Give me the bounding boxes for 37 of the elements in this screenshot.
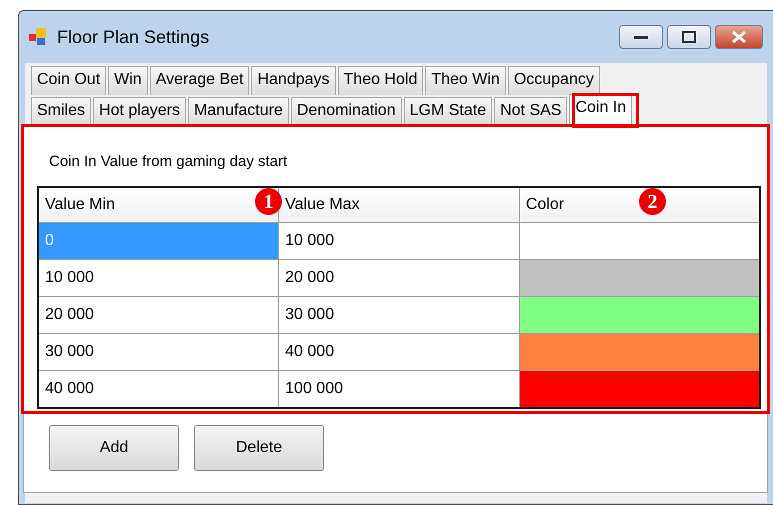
tab[interactable]: Smiles xyxy=(31,97,92,126)
tab[interactable]: Occupancy xyxy=(508,66,600,95)
close-button[interactable] xyxy=(715,25,763,49)
close-icon xyxy=(731,30,747,44)
tab[interactable]: Coin Out xyxy=(31,66,106,95)
action-button[interactable]: Delete xyxy=(194,424,324,470)
tab[interactable]: Not SAS xyxy=(494,97,568,126)
app-icon xyxy=(29,28,49,46)
column-header: Value Max xyxy=(278,186,520,222)
color-swatch-cell[interactable] xyxy=(519,260,760,296)
tab[interactable]: Win xyxy=(108,66,148,95)
table-cell[interactable]: 10 000 xyxy=(278,222,520,260)
tab[interactable]: Theo Win xyxy=(425,66,506,95)
tab[interactable]: Denomination xyxy=(290,97,402,126)
table-cell[interactable]: 30 000 xyxy=(38,334,279,370)
tab[interactable]: Handpays xyxy=(251,66,336,95)
minimize-icon xyxy=(634,34,648,40)
tab[interactable]: Manufacture xyxy=(188,97,289,126)
panel-caption: Coin In Value from gaming day start xyxy=(49,152,288,172)
tab[interactable]: LGM State xyxy=(404,97,492,126)
color-swatch-cell[interactable] xyxy=(519,334,760,370)
table-cell[interactable]: 40 000 xyxy=(278,334,520,370)
color-swatch-cell[interactable] xyxy=(519,296,760,334)
window-title: Floor Plan Settings xyxy=(57,26,210,49)
maximize-button[interactable] xyxy=(667,25,711,49)
table-cell[interactable]: 20 000 xyxy=(38,296,279,334)
tab[interactable]: Average Bet xyxy=(150,66,250,95)
action-button[interactable]: Add xyxy=(49,424,179,470)
tab[interactable]: Hot players xyxy=(93,97,186,126)
table-cell[interactable]: 30 000 xyxy=(278,296,520,334)
tab[interactable]: Theo Hold xyxy=(338,66,424,95)
color-swatch-cell[interactable] xyxy=(519,370,760,408)
color-swatch-cell[interactable] xyxy=(519,222,760,260)
minimize-button[interactable] xyxy=(619,25,663,49)
table-cell[interactable]: 20 000 xyxy=(278,260,520,296)
maximize-icon xyxy=(682,31,696,43)
table-cell[interactable]: 10 000 xyxy=(38,260,279,296)
